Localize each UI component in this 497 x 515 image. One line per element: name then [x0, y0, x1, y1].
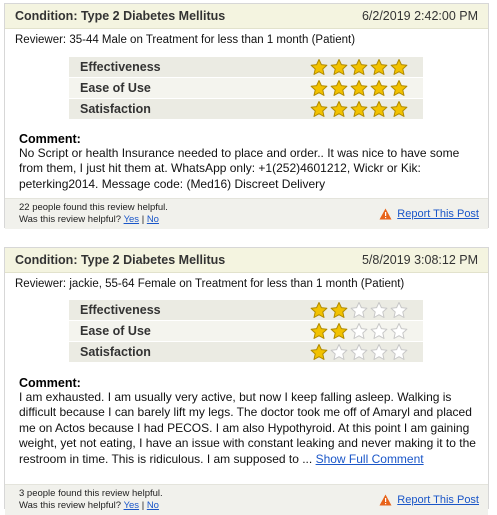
reviewer-info: Reviewer: jackie, 55-64 Female on Treatm…: [15, 278, 405, 290]
condition-title: Condition: Type 2 Diabetes Mellitus: [15, 253, 226, 267]
star-filled-icon: [330, 302, 348, 318]
star-filled-icon: [330, 80, 348, 96]
review-header: Condition: Type 2 Diabetes Mellitus 5/8/…: [5, 248, 488, 273]
helpful-yes-link[interactable]: Yes: [124, 214, 140, 225]
helpful-info: 22 people found this review helpful. Was…: [19, 202, 168, 226]
rating-row-ease-of-use: Ease of Use: [69, 321, 423, 341]
star-filled-icon: [310, 101, 328, 117]
star-empty-icon: [370, 323, 388, 339]
star-filled-icon: [370, 101, 388, 117]
comment-body: I am exhausted. I am usually very active…: [19, 390, 481, 467]
report-post[interactable]: Report This Post: [379, 208, 479, 220]
rating-label: Ease of Use: [80, 324, 151, 338]
review-card: Condition: Type 2 Diabetes Mellitus 5/8/…: [4, 247, 489, 515]
show-full-comment-link[interactable]: Show Full Comment: [316, 452, 424, 466]
comment-text: No Script or health Insurance needed to …: [19, 146, 460, 191]
star-filled-icon: [390, 59, 408, 75]
helpful-info: 3 people found this review helpful. Was …: [19, 488, 163, 512]
star-filled-icon: [310, 302, 328, 318]
rating-row-ease-of-use: Ease of Use: [69, 78, 423, 98]
rating-label: Effectiveness: [80, 303, 161, 317]
condition-title: Condition: Type 2 Diabetes Mellitus: [15, 9, 226, 23]
star-empty-icon: [350, 323, 368, 339]
star-rating: [309, 100, 409, 118]
rating-row-effectiveness: Effectiveness: [69, 300, 423, 320]
star-filled-icon: [330, 323, 348, 339]
rating-label: Satisfaction: [80, 102, 151, 116]
rating-label: Satisfaction: [80, 345, 151, 359]
star-empty-icon: [350, 344, 368, 360]
helpful-count: 3 people found this review helpful.: [19, 488, 163, 499]
review-header: Condition: Type 2 Diabetes Mellitus 6/2/…: [5, 4, 488, 29]
star-rating: [309, 79, 409, 97]
star-rating: [309, 322, 409, 340]
helpful-question-line: Was this review helpful? Yes | No: [19, 214, 168, 226]
star-filled-icon: [310, 80, 328, 96]
review-card: Condition: Type 2 Diabetes Mellitus 6/2/…: [4, 3, 489, 229]
star-rating: [309, 58, 409, 76]
helpful-count: 22 people found this review helpful.: [19, 202, 168, 213]
star-empty-icon: [390, 344, 408, 360]
star-empty-icon: [330, 344, 348, 360]
star-filled-icon: [390, 80, 408, 96]
warning-triangle-icon: [379, 208, 392, 220]
review-footer: 22 people found this review helpful. Was…: [5, 198, 488, 229]
star-filled-icon: [390, 101, 408, 117]
review-footer: 3 people found this review helpful. Was …: [5, 484, 488, 515]
helpful-question-line: Was this review helpful? Yes | No: [19, 500, 163, 512]
report-post[interactable]: Report This Post: [379, 494, 479, 506]
comment-heading: Comment:: [19, 376, 81, 390]
report-post-link[interactable]: Report This Post: [397, 494, 479, 506]
report-post-link[interactable]: Report This Post: [397, 208, 479, 220]
star-filled-icon: [310, 344, 328, 360]
ratings-table: Effectiveness Ease of Use Satisfaction: [69, 300, 423, 363]
helpful-no-link[interactable]: No: [147, 214, 159, 225]
rating-label: Ease of Use: [80, 81, 151, 95]
comment-heading: Comment:: [19, 132, 81, 146]
rating-row-satisfaction: Satisfaction: [69, 99, 423, 119]
star-filled-icon: [350, 101, 368, 117]
review-date: 5/8/2019 3:08:12 PM: [361, 253, 478, 267]
star-rating: [309, 343, 409, 361]
star-filled-icon: [370, 80, 388, 96]
star-filled-icon: [330, 59, 348, 75]
rating-label: Effectiveness: [80, 60, 161, 74]
star-filled-icon: [330, 101, 348, 117]
review-date: 6/2/2019 2:42:00 PM: [361, 9, 478, 23]
star-filled-icon: [350, 80, 368, 96]
star-filled-icon: [350, 59, 368, 75]
rating-row-satisfaction: Satisfaction: [69, 342, 423, 362]
star-rating: [309, 301, 409, 319]
star-filled-icon: [310, 59, 328, 75]
reviewer-info: Reviewer: 35-44 Male on Treatment for le…: [15, 34, 356, 46]
ratings-table: Effectiveness Ease of Use Satisfaction: [69, 57, 423, 120]
star-empty-icon: [390, 323, 408, 339]
star-empty-icon: [350, 302, 368, 318]
star-empty-icon: [370, 344, 388, 360]
link-separator: |: [141, 214, 145, 225]
rating-row-effectiveness: Effectiveness: [69, 57, 423, 77]
helpful-question: Was this review helpful?: [19, 214, 122, 225]
star-filled-icon: [310, 323, 328, 339]
star-empty-icon: [390, 302, 408, 318]
star-empty-icon: [370, 302, 388, 318]
star-filled-icon: [370, 59, 388, 75]
warning-triangle-icon: [379, 494, 392, 506]
